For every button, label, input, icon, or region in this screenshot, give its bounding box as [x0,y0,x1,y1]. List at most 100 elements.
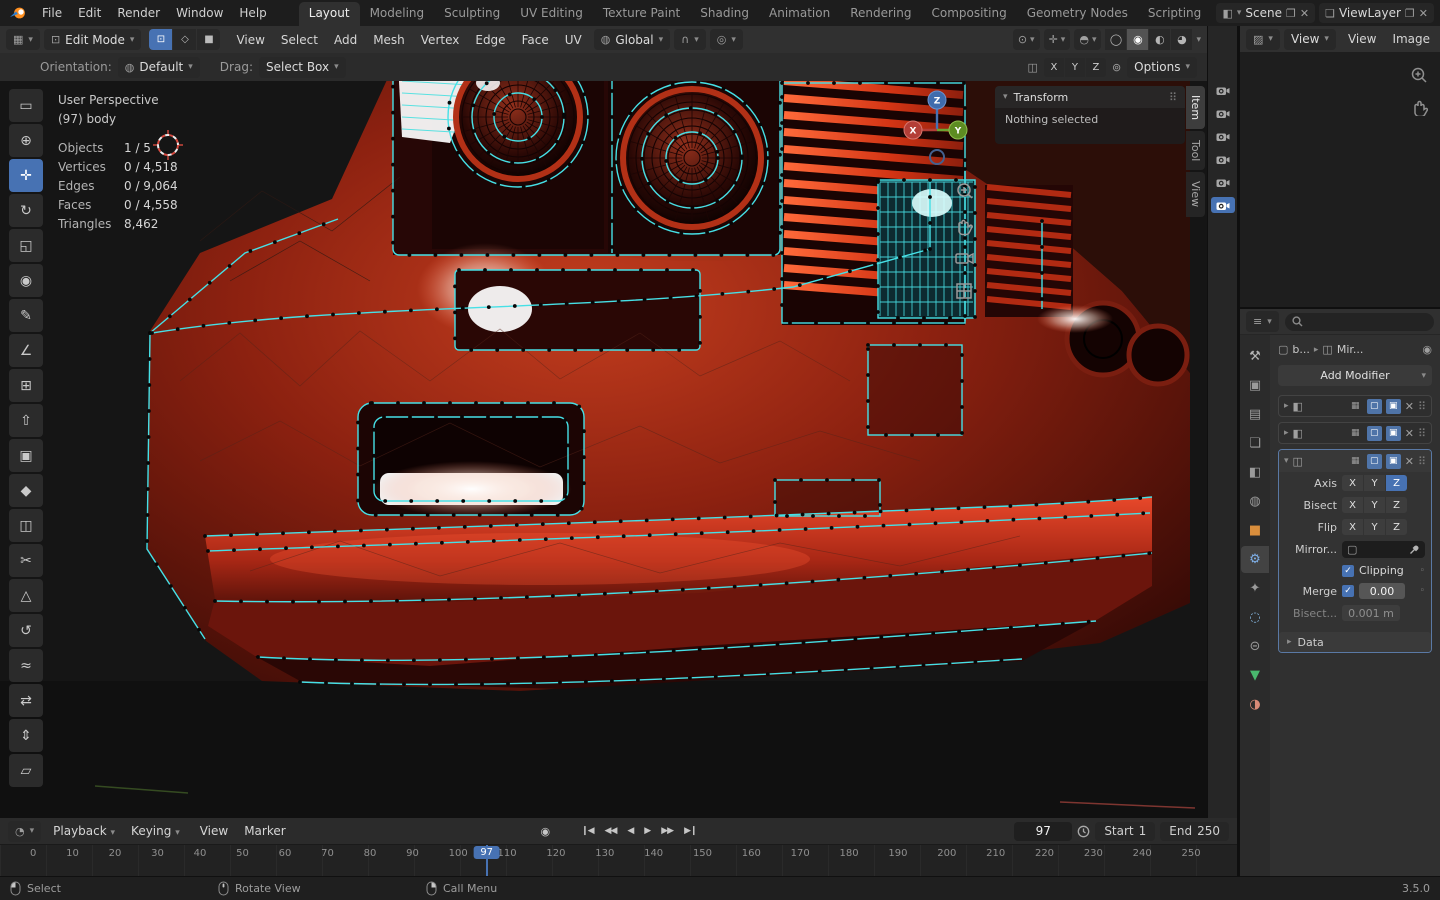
tool-button-cursor[interactable]: ⊕ [9,124,43,157]
tool-button-rotate[interactable]: ↻ [9,194,43,227]
drag-grip-icon[interactable]: ⠿ [1169,91,1177,104]
properties-tab-output[interactable]: ▤ [1241,401,1269,428]
render-toggle-icon[interactable]: ▣ [1385,398,1401,414]
axis-z-toggle[interactable]: Z [1386,475,1407,491]
viewport-menu[interactable]: Edge [467,30,513,50]
editor-type-button[interactable]: ▨ ▾ [1246,28,1280,50]
timeline-ruler[interactable]: 0 10 20 30 40 50 60 70 80 90 100 110 120 130 140 150 160… [0,844,1237,876]
properties-tab-data[interactable]: ▼ [1241,662,1269,689]
clipping-checkbox[interactable]: ✓ [1342,564,1354,577]
animate-dot-icon[interactable]: ◦ [1420,586,1425,596]
data-subpanel-header[interactable]: ▸ Data [1279,632,1431,652]
timeline-menu[interactable]: View [192,821,236,841]
render-toggle-icon[interactable]: ▣ [1385,425,1401,441]
tool-button-inset-faces[interactable]: ▣ [9,439,43,472]
mirror-x-toggle[interactable]: X [1043,57,1064,77]
workspace-tab[interactable]: Geometry Nodes [1017,2,1138,26]
properties-tab-physics[interactable]: ◌ [1241,604,1269,631]
remove-modifier-icon[interactable]: ✕ [1405,428,1414,439]
eyedropper-icon[interactable] [1409,544,1420,555]
properties-tab-material[interactable]: ◑ [1241,691,1269,718]
n-panel-tab[interactable]: View [1186,172,1205,217]
n-panel-tab[interactable]: Item [1186,86,1205,130]
blender-logo-icon[interactable] [6,4,30,22]
zoom-icon[interactable] [1410,66,1428,84]
workspace-tab[interactable]: Rendering [840,2,921,26]
transport-button-jump-start[interactable]: ❙◀ [576,824,598,838]
properties-tab-scene[interactable]: ◧ [1241,459,1269,486]
timeline-menu[interactable]: Marker [236,821,293,841]
workspace-tab[interactable]: Texture Paint [593,2,690,26]
tool-button-shrink-fatten[interactable]: ⇕ [9,719,43,752]
modifier-row-modifier-2[interactable]: ▸ ◧ ▦ ▢ ▣ ✕ ⠿ [1278,422,1432,444]
editor-type-button[interactable]: ▦ ▾ [6,29,40,50]
tool-button-shear[interactable]: ▱ [9,754,43,787]
flip-x-toggle[interactable]: X [1342,519,1363,535]
properties-tab-particles[interactable]: ✦ [1241,575,1269,602]
face-select-mode-button[interactable]: ■ [197,29,221,50]
workspace-tab[interactable]: Shading [690,2,759,26]
transform-panel-header[interactable]: ▾ Transform ⠿ [995,86,1185,108]
drag-dropdown[interactable]: Select Box ▾ [258,56,346,78]
axis-y-toggle[interactable]: Y [1364,475,1385,491]
image-editor-canvas[interactable] [1240,52,1440,307]
expand-icon[interactable]: ▸ [1284,401,1289,411]
transport-button-play-reverse[interactable]: ◀ [622,824,638,838]
tool-button-measure[interactable]: ∠ [9,334,43,367]
tool-button-add-cube[interactable]: ⊞ [9,369,43,402]
tool-button-extrude[interactable]: ⇧ [9,404,43,437]
bisect-distance-field[interactable]: 0.001 m [1342,605,1400,621]
new-viewlayer-icon[interactable]: ❐ [1405,8,1415,19]
editor-type-button[interactable]: ≡ ▾ [1246,311,1279,332]
timeline-dropdown-menu[interactable]: Playback ▾ [45,821,123,841]
bisect-z-toggle[interactable]: Z [1386,497,1407,513]
topbar-menu[interactable]: Window [168,3,231,23]
pin-icon[interactable]: ◉ [1422,344,1432,355]
workspace-tab[interactable]: UV Editing [510,2,593,26]
breadcrumb-modifier[interactable]: Mir... [1337,343,1364,356]
mode-selector[interactable]: ⊡ Edit Mode ▾ [43,29,142,50]
properties-tab-constraints[interactable]: ⊝ [1241,633,1269,660]
outliner-render-toggle[interactable] [1211,151,1235,167]
options-dropdown[interactable]: Options ▾ [1127,56,1197,78]
tool-button-poly-build[interactable]: △ [9,579,43,612]
workspace-tab[interactable]: Layout [298,2,360,26]
topbar-menu[interactable]: Render [109,3,168,23]
shading-material-button[interactable]: ◐ [1149,29,1171,50]
gizmos-dropdown[interactable]: ✛ ▾ [1043,29,1071,50]
end-frame-field[interactable]: End 250 [1160,821,1229,841]
topbar-menu[interactable]: Help [231,3,274,23]
mirror-z-toggle[interactable]: Z [1085,57,1106,77]
properties-tab-render[interactable]: ▣ [1241,372,1269,399]
orientation-dropdown[interactable]: ◍ Default ▾ [117,56,200,78]
axis-x-toggle[interactable]: X [1342,475,1363,491]
properties-tab-modifiers[interactable]: ⚙ [1241,546,1269,573]
viewport-menu[interactable]: UV [557,30,590,50]
bisect-y-toggle[interactable]: Y [1364,497,1385,513]
outliner-render-toggle[interactable] [1211,174,1235,190]
mirror-y-toggle[interactable]: Y [1064,57,1085,77]
tool-button-loop-cut[interactable]: ◫ [9,509,43,542]
shading-solid-button[interactable]: ◉ [1127,29,1149,50]
outliner-render-toggle[interactable] [1211,128,1235,144]
transport-button-next-keyframe[interactable]: ▶▶ [656,824,678,838]
close-viewlayer-icon[interactable]: ✕ [1419,8,1428,19]
properties-tab-view-layer[interactable]: ❏ [1241,430,1269,457]
properties-tab-tool[interactable]: ⚒ [1241,343,1269,370]
editor-type-button[interactable]: ◔ ▾ [8,820,42,842]
tool-button-smooth[interactable]: ≈ [9,649,43,682]
shading-wireframe-button[interactable]: ◯ [1105,29,1127,50]
tool-button-bevel[interactable]: ◆ [9,474,43,507]
properties-search-input[interactable] [1284,312,1434,331]
expand-icon[interactable]: ▸ [1284,428,1289,438]
workspace-tab[interactable]: Sculpting [434,2,510,26]
transport-button-prev-keyframe[interactable]: ◀◀ [600,824,622,838]
flip-y-toggle[interactable]: Y [1364,519,1385,535]
mirror-object-field[interactable]: ▢ [1342,541,1425,558]
tool-button-select-box[interactable]: ▭ [9,89,43,122]
tool-button-edge-slide[interactable]: ⇄ [9,684,43,717]
realtime-toggle-icon[interactable]: ▢ [1366,453,1382,469]
render-toggle-icon[interactable]: ▣ [1385,453,1401,469]
flip-z-toggle[interactable]: Z [1386,519,1407,535]
overlays-dropdown[interactable]: ◓ ▾ [1074,29,1102,50]
